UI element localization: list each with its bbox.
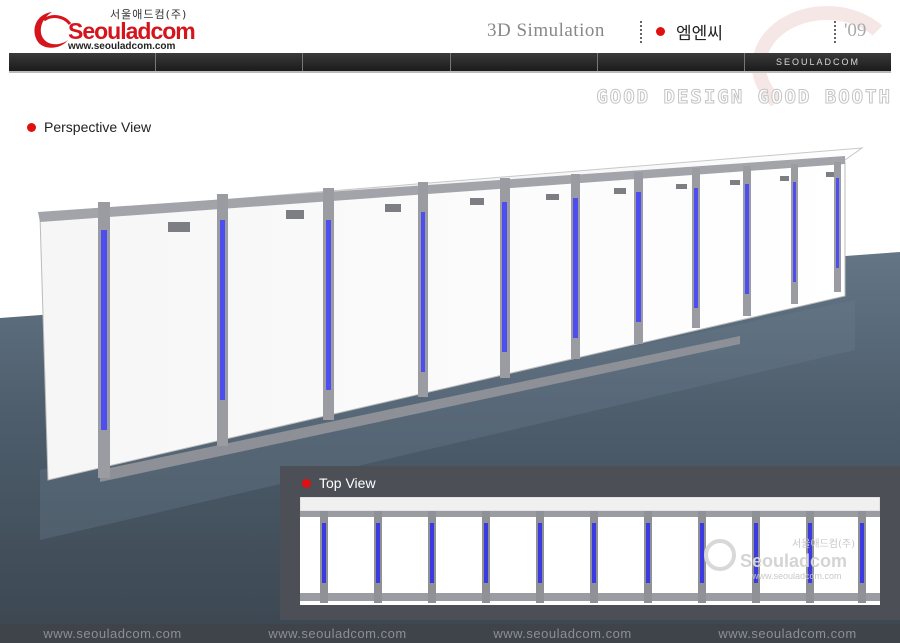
footer-link[interactable]: www.seouladcom.com (43, 626, 181, 641)
nav-brand-label[interactable]: SEOULADCOM (745, 53, 891, 71)
nav-segment[interactable] (451, 53, 598, 71)
watermark-name: Seouladcom (740, 551, 847, 571)
top-view-render: 서울애드컴(주) Seouladcom www.seouladcom.com (300, 497, 880, 605)
nav-segment[interactable] (156, 53, 304, 71)
bullet-dot-icon (27, 122, 36, 132)
watermark-url: www.seouladcom.com (751, 571, 842, 581)
perspective-view-title: Perspective View (44, 119, 152, 135)
footer-bar: www.seouladcom.com www.seouladcom.com ww… (0, 624, 900, 643)
bullet-dot-icon (302, 478, 311, 488)
nav-underline (9, 71, 891, 73)
truss-column (98, 202, 110, 478)
client-name: 엠엔씨 (676, 24, 723, 44)
truss-column (418, 182, 428, 397)
truss-column (743, 166, 751, 316)
truss-column (634, 172, 643, 344)
seouladcom-logo[interactable]: 서울애드컴(주) Seouladcom www.seouladcom.com (30, 4, 196, 52)
truss-column (217, 194, 228, 446)
year-label: '09 (844, 20, 867, 41)
top-nav-bar: SEOULADCOM (9, 53, 891, 71)
footer-link[interactable]: www.seouladcom.com (268, 626, 406, 641)
top-view-label: Top View (302, 475, 376, 491)
perspective-view-label: Perspective View (27, 119, 151, 135)
bullet-dot-icon (656, 27, 665, 36)
truss-column (692, 168, 700, 328)
nav-segment[interactable] (9, 53, 157, 71)
nav-segment[interactable] (303, 53, 451, 71)
truss-column (834, 162, 841, 292)
logo-url: www.seouladcom.com (68, 41, 176, 52)
top-view-title: Top View (319, 475, 376, 491)
footer-link[interactable]: www.seouladcom.com (493, 626, 631, 641)
top-view-canopy (300, 497, 880, 512)
truss-column (500, 178, 510, 378)
footer-link[interactable]: www.seouladcom.com (718, 626, 856, 641)
tagline: GOOD DESIGN GOOD BOOTH (596, 86, 892, 109)
header-separator (640, 21, 642, 43)
truss-column (323, 188, 334, 420)
nav-segment[interactable] (598, 53, 746, 71)
truss-column (571, 174, 580, 359)
page-title: 3D Simulation (487, 20, 605, 41)
watermark-korean-name: 서울애드컴(주) (792, 538, 855, 550)
truss-column (791, 164, 798, 304)
header-separator (834, 21, 836, 43)
